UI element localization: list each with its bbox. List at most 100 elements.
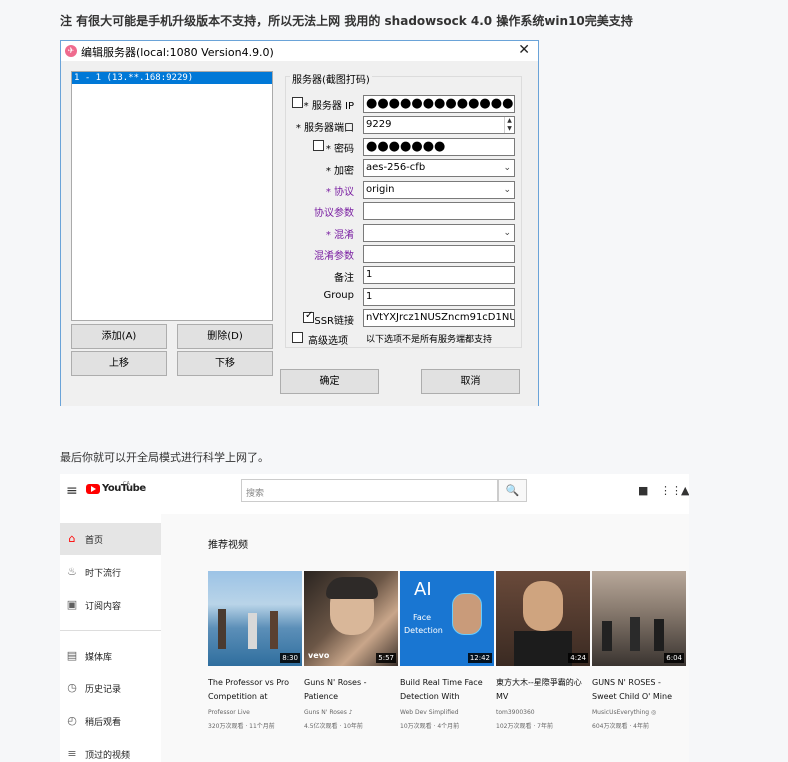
sidebar-item-label: 历史记录 — [85, 685, 122, 695]
server-port-label: * 服务器端口 — [295, 123, 354, 134]
duration-badge: 4:24 — [568, 653, 588, 663]
video-title[interactable]: GUNS N' ROSES - Sweet Child O' Mine — [592, 676, 686, 704]
search-icon[interactable]: 🔍 — [498, 479, 527, 502]
edit-server-dialog: ✈ 编辑服务器(local:1080 Version4.9.0) ✕ 1 - 1… — [60, 40, 539, 406]
ssr-link-checkbox[interactable] — [303, 310, 314, 323]
password-input[interactable]: ●●●●●●● — [363, 138, 515, 156]
youtube-screenshot: ≡ YouTube CA 搜索 🔍 ■ ⋮⋮ ▲ ⌂ 首页 ♨ 时下流行 ▣ 订… — [60, 474, 689, 762]
video-meta: 10万次观看 · 4个月前 — [400, 723, 460, 730]
protocol-param-input[interactable] — [363, 202, 515, 220]
sidebar-item-label: 订阅内容 — [85, 602, 122, 612]
channel-name[interactable]: Guns N' Roses ♪ — [304, 709, 398, 716]
move-down-button[interactable]: 下移 — [177, 351, 273, 376]
server-ip-label: * 服务器 IP — [303, 101, 354, 112]
cancel-button[interactable]: 取消 — [421, 369, 520, 394]
video-card[interactable]: 6:04 GUNS N' ROSES - Sweet Child O' Mine… — [592, 571, 686, 730]
add-button[interactable]: 添加(A) — [71, 324, 167, 349]
video-title[interactable]: The Professor vs Pro Competition at Veni… — [208, 676, 302, 704]
encryption-value: aes-256-cfb — [366, 162, 426, 173]
obfs-select[interactable]: ⌄ — [363, 224, 515, 242]
chevron-down-icon: ⌄ — [503, 228, 511, 238]
singer-bandana — [326, 577, 378, 599]
home-icon: ⌂ — [68, 532, 76, 545]
musician-figure — [630, 617, 640, 651]
video-thumbnail[interactable]: 6:04 — [592, 571, 686, 666]
ssr-link-label: SSR链接 — [314, 316, 354, 327]
dialog-title: 编辑服务器(local:1080 Version4.9.0) — [81, 46, 274, 59]
section-title: 推荐视频 — [208, 540, 248, 551]
server-list[interactable]: 1 - 1 (13.**.168:9229) — [71, 71, 273, 321]
subscriptions-icon: ▣ — [66, 598, 78, 611]
intro-text: 注 有很大可能是手机升级版本不支持，所以无法上网 我用的 shadowsock … — [60, 14, 633, 28]
youtube-main: 推荐视频 8:30 The Professor vs Pro Competiti… — [161, 514, 689, 762]
video-card[interactable]: 8:30 The Professor vs Pro Competition at… — [208, 571, 302, 730]
server-port-input[interactable]: 9229 ▲ ▼ — [363, 116, 515, 134]
video-card[interactable]: AI Face Detection 12:42 Build Real Time … — [400, 571, 494, 730]
video-card[interactable]: vevo 5:57 Guns N' Roses - Patience Guns … — [304, 571, 398, 730]
history-icon: ◷ — [67, 681, 77, 694]
password-label: * 密码 — [325, 144, 354, 155]
youtube-sidebar: ⌂ 首页 ♨ 时下流行 ▣ 订阅内容 ▤ 媒体库 ◷ 历史记录 ◴ 稍后观看 ≡… — [60, 514, 161, 762]
video-thumbnail[interactable]: vevo 5:57 — [304, 571, 398, 666]
video-thumbnail[interactable]: AI Face Detection 12:42 — [400, 571, 494, 666]
video-title[interactable]: Build Real Time Face Detection With Java… — [400, 676, 494, 704]
sidebar-item-label: 顶过的视频 — [85, 751, 131, 761]
encryption-select[interactable]: aes-256-cfb ⌄ — [363, 159, 515, 177]
channel-name[interactable]: Web Dev Simplified — [400, 709, 494, 716]
video-thumbnail[interactable]: 4:24 — [496, 571, 590, 666]
sidebar-item-home[interactable]: ⌂ 首页 — [60, 523, 161, 555]
server-ip-checkbox[interactable] — [292, 97, 303, 108]
duration-badge: 6:04 — [664, 653, 684, 663]
video-title[interactable]: 東方大木--星際爭霸的心 MV — [496, 676, 590, 704]
dialog-titlebar: ✈ 编辑服务器(local:1080 Version4.9.0) ✕ — [61, 41, 538, 61]
protocol-select[interactable]: origin ⌄ — [363, 181, 515, 199]
advanced-options-checkbox[interactable] — [292, 332, 303, 343]
port-spinner[interactable]: ▲ ▼ — [504, 117, 514, 133]
search-input[interactable]: 搜索 — [241, 479, 498, 502]
sidebar-item-label: 稍后观看 — [85, 718, 122, 728]
apps-grid-icon[interactable]: ⋮⋮ — [660, 484, 682, 497]
chevron-down-icon: ⌄ — [503, 185, 511, 195]
channel-name[interactable]: Professor Live — [208, 709, 302, 716]
server-list-item[interactable]: 1 - 1 (13.**.168:9229) — [72, 72, 272, 84]
sidebar-item-liked[interactable]: ≡ 顶过的视频 — [60, 738, 161, 762]
chevron-down-icon: ⌄ — [503, 163, 511, 173]
liked-icon: ≡ — [67, 747, 77, 760]
sidebar-item-subscriptions[interactable]: ▣ 订阅内容 — [60, 589, 161, 621]
advanced-note: 以下选项不是所有服务端都支持 — [366, 335, 493, 345]
delete-button[interactable]: 删除(D) — [177, 324, 273, 349]
detected-face — [452, 593, 482, 635]
sidebar-item-history[interactable]: ◷ 历史记录 — [60, 672, 161, 704]
ssr-link-input[interactable]: nVtYXJrcz1NUSZncm91cD1NUQ — [363, 309, 515, 327]
group-input[interactable]: 1 — [363, 288, 515, 306]
video-title[interactable]: Guns N' Roses - Patience — [304, 676, 398, 704]
server-ip-input[interactable]: ●●●●●●●●●●●●●● — [363, 95, 515, 113]
youtube-header: ≡ YouTube CA 搜索 🔍 ■ ⋮⋮ ▲ — [60, 474, 689, 508]
password-checkbox[interactable] — [313, 140, 324, 151]
video-card[interactable]: 4:24 東方大木--星際爭霸的心 MV tom3900360 102万次观看 … — [496, 571, 590, 730]
obfs-param-input[interactable] — [363, 245, 515, 263]
obfs-param-label: 混淆参数 — [314, 251, 354, 262]
page: 注 有很大可能是手机升级版本不支持，所以无法上网 我用的 shadowsock … — [0, 0, 788, 762]
close-icon[interactable]: ✕ — [518, 42, 530, 58]
server-port-value: 9229 — [366, 119, 392, 130]
ok-button[interactable]: 确定 — [280, 369, 379, 394]
sidebar-item-watch-later[interactable]: ◴ 稍后观看 — [60, 705, 161, 737]
video-thumbnail[interactable]: 8:30 — [208, 571, 302, 666]
channel-name[interactable]: tom3900360 — [496, 709, 590, 716]
remarks-input[interactable]: 1 — [363, 266, 515, 284]
player-figure — [248, 613, 257, 649]
channel-name[interactable]: MusicUsEverything ◎ — [592, 709, 686, 716]
sidebar-item-label: 时下流行 — [85, 569, 122, 579]
move-up-button[interactable]: 上移 — [71, 351, 167, 376]
bell-icon[interactable]: ▲ — [681, 484, 689, 497]
video-camera-icon[interactable]: ■ — [638, 484, 648, 497]
advanced-options-label: 高级选项 — [308, 336, 348, 347]
video-meta: 604万次观看 · 4年前 — [592, 723, 649, 730]
sidebar-item-trending[interactable]: ♨ 时下流行 — [60, 556, 161, 588]
menu-icon[interactable]: ≡ — [66, 483, 78, 499]
video-meta: 102万次观看 · 7年前 — [496, 723, 553, 730]
youtube-logo-icon[interactable] — [86, 484, 100, 494]
remarks-label: 备注 — [334, 273, 354, 284]
sidebar-item-library[interactable]: ▤ 媒体库 — [60, 640, 161, 672]
